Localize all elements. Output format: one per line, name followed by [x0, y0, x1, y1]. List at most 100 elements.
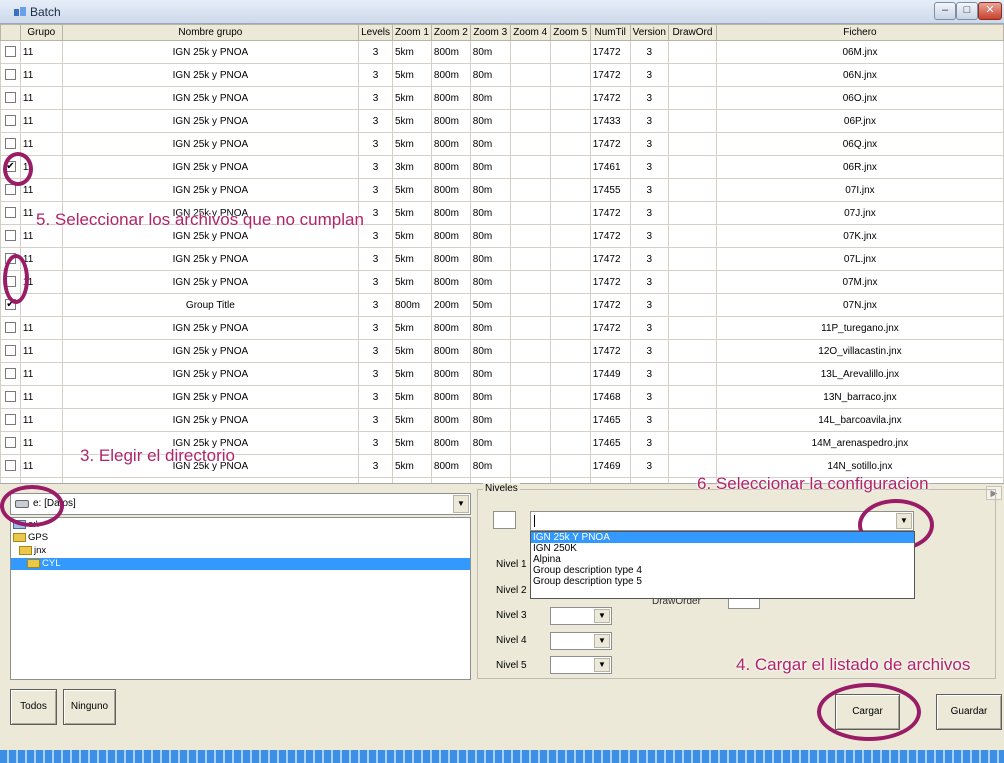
tree-item-cyl[interactable]: CYL	[11, 558, 470, 570]
table-row[interactable]: 11 IGN 25k y PNOA 3 5km 800m 80m 17455 3 07I.jnx	[0, 178, 1004, 202]
config-select[interactable]: ▼	[530, 511, 914, 531]
niveles-check-field[interactable]	[493, 511, 516, 529]
row-checkbox-cell[interactable]	[0, 109, 21, 133]
nivel-5-select[interactable]: ▼	[550, 656, 612, 674]
row-checkbox[interactable]	[4, 391, 16, 403]
tree-item-root[interactable]: e:\	[13, 519, 39, 531]
cell-nombre: IGN 25k y PNOA	[61, 109, 360, 133]
row-checkbox-cell[interactable]	[0, 201, 21, 225]
cell-version: 3	[629, 201, 669, 225]
dropdown-option[interactable]: Group description type 4	[531, 565, 914, 576]
row-checkbox[interactable]	[4, 437, 16, 449]
row-checkbox-cell[interactable]	[0, 408, 21, 432]
column-header[interactable]: Zoom 3	[469, 24, 511, 41]
row-checkbox-cell[interactable]: ✔	[0, 155, 21, 179]
column-header[interactable]: DrawOrd	[667, 24, 717, 41]
close-button[interactable]: ✕	[978, 2, 1002, 20]
dropdown-option[interactable]: Alpina	[531, 554, 914, 565]
row-checkbox-cell[interactable]	[0, 178, 21, 202]
column-header[interactable]: NumTil	[589, 24, 631, 41]
dropdown-option[interactable]: IGN 25k Y PNOA	[531, 532, 914, 543]
dropdown-option[interactable]: IGN 250K	[531, 543, 914, 554]
cell-draword	[667, 63, 717, 87]
table-row[interactable]: 11 IGN 25k y PNOA 3 5km 800m 80m 17472 3 06Q.jnx	[0, 132, 1004, 156]
chevron-down-icon[interactable]: ▼	[594, 634, 610, 648]
row-checkbox-cell[interactable]	[0, 63, 21, 87]
load-button[interactable]: Cargar	[835, 694, 900, 730]
row-checkbox[interactable]	[5, 483, 16, 484]
tree-item-gps[interactable]: GPS	[13, 532, 48, 544]
row-checkbox[interactable]	[4, 414, 16, 426]
table-row[interactable]: 11 IGN 25k y PNOA 3 5km 800m 80m 17465 3 14L_bar…	[0, 408, 1004, 432]
row-checkbox-cell[interactable]	[0, 224, 21, 248]
select-none-button[interactable]: Ninguno	[63, 689, 116, 725]
row-checkbox-cell[interactable]	[0, 339, 21, 363]
row-checkbox[interactable]: ✔	[4, 299, 16, 311]
chevron-down-icon[interactable]: ▼	[453, 495, 469, 513]
row-checkbox[interactable]: ✔	[4, 161, 16, 173]
row-checkbox[interactable]	[4, 92, 16, 104]
table-row[interactable]: 11 IGN 25k y PNOA 3 5km 800m 80m 17472 3 06N.jnx	[0, 63, 1004, 87]
row-checkbox-cell[interactable]	[0, 316, 21, 340]
column-header[interactable]: Grupo	[19, 24, 63, 41]
row-checkbox-cell[interactable]	[0, 385, 21, 409]
minimize-button[interactable]: –	[934, 2, 956, 20]
table-row[interactable]: 11 IGN 25k y PNOA 3 5km 800m 80m 17472 3 07M.jnx	[0, 270, 1004, 294]
column-header[interactable]: Version	[629, 24, 669, 41]
column-header[interactable]: Zoom 2	[430, 24, 471, 41]
row-checkbox[interactable]	[4, 368, 16, 380]
table-row[interactable]: 11 IGN 25k y PNOA 3 5km 800m 80m 17472 3 12O_vil…	[0, 339, 1004, 363]
table-row[interactable]: 11 IGN 25k y PNOA 3 5km 800m 80m 17472 3 11P_tur…	[0, 316, 1004, 340]
column-header[interactable]: Zoom 1	[391, 24, 432, 41]
table-row[interactable]: 11 IGN 25k y PNOA 3 5km 800m 80m 17472 3 07L.jnx	[0, 247, 1004, 271]
dropdown-option[interactable]: Group description type 5	[531, 576, 914, 587]
row-checkbox-cell[interactable]	[0, 477, 21, 484]
row-checkbox[interactable]	[4, 276, 16, 288]
row-checkbox[interactable]	[4, 322, 16, 334]
tree-item-jnx[interactable]: jnx	[19, 545, 46, 557]
table-row[interactable]: 11 IGN 25k y PNOA 3 5km 800m 80m 17433 3 06P.jnx	[0, 109, 1004, 133]
row-checkbox[interactable]	[4, 184, 16, 196]
row-checkbox-cell[interactable]	[0, 454, 21, 478]
column-header[interactable]	[0, 24, 21, 41]
row-checkbox-cell[interactable]	[0, 270, 21, 294]
column-header[interactable]: Nombre grupo	[61, 24, 360, 41]
maximize-button[interactable]: □	[956, 2, 978, 20]
table-row[interactable]: ✔ Group Title 3 800m 200m 50m 17472 3 07N.jnx	[0, 293, 1004, 317]
column-header[interactable]: Levels	[358, 24, 393, 41]
drive-select[interactable]: e: [Datos] ▼	[10, 493, 471, 515]
chevron-down-icon[interactable]: ▼	[594, 658, 610, 672]
row-checkbox-cell[interactable]: ✔	[0, 293, 21, 317]
table-row[interactable]: 11 IGN 25k y PNOA 3 5km 800m 80m 17472 3 06M.jnx	[0, 40, 1004, 64]
column-header[interactable]: Fichero	[715, 24, 1004, 41]
row-checkbox[interactable]	[4, 115, 16, 127]
nivel-3-select[interactable]: ▼	[550, 607, 612, 625]
row-checkbox-cell[interactable]	[0, 40, 21, 64]
row-checkbox[interactable]	[4, 345, 16, 357]
table-row[interactable]: ✔ 11 IGN 25k y PNOA 3 3km 800m 80m 17461 3 06R.jn…	[0, 155, 1004, 179]
row-checkbox[interactable]	[4, 460, 16, 472]
row-checkbox-cell[interactable]	[0, 86, 21, 110]
column-header[interactable]: Zoom 4	[509, 24, 551, 41]
row-checkbox-cell[interactable]	[0, 132, 21, 156]
column-header[interactable]: Zoom 5	[549, 24, 591, 41]
row-checkbox-cell[interactable]	[0, 247, 21, 271]
row-checkbox[interactable]	[4, 46, 16, 58]
row-checkbox-cell[interactable]	[0, 431, 21, 455]
row-checkbox[interactable]	[4, 207, 16, 219]
table-row[interactable]: 11 IGN 25k y PNOA 3 5km 800m 80m 17449 3 13L_Are…	[0, 362, 1004, 386]
select-all-button[interactable]: Todos	[10, 689, 57, 725]
chevron-down-icon[interactable]: ▼	[896, 513, 912, 529]
row-checkbox[interactable]	[4, 230, 16, 242]
table-row[interactable]: 11 IGN 25k y PNOA 3 5km 800m 80m 17468 3 13N_bar…	[0, 385, 1004, 409]
save-button[interactable]: Guardar	[936, 694, 1002, 730]
row-checkbox[interactable]	[4, 138, 16, 150]
row-checkbox-cell[interactable]	[0, 362, 21, 386]
nivel-4-select[interactable]: ▼	[550, 632, 612, 650]
row-checkbox[interactable]	[4, 253, 16, 265]
directory-tree[interactable]: e:\ GPS jnx CYL	[10, 517, 471, 680]
table-row[interactable]: 11 IGN 25k y PNOA 3 5km 800m 80m 17472 3 06O.jnx	[0, 86, 1004, 110]
config-dropdown-list[interactable]: IGN 25k Y PNOA IGN 250K Alpina Group des…	[530, 531, 915, 599]
row-checkbox[interactable]	[4, 69, 16, 81]
chevron-down-icon[interactable]: ▼	[594, 609, 610, 623]
